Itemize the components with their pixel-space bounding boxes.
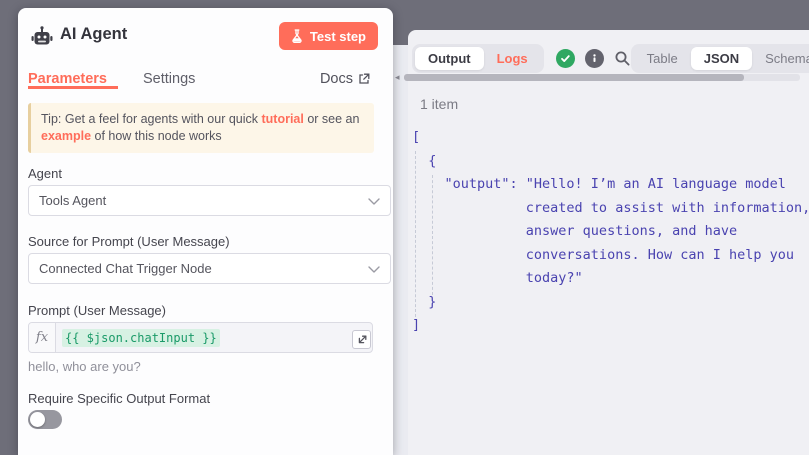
robot-icon	[30, 26, 54, 53]
json-line: ]	[412, 314, 809, 338]
tip-banner: Tip: Get a feel for agents with our quic…	[28, 103, 374, 153]
json-line: }	[412, 291, 809, 315]
agent-label: Agent	[28, 166, 62, 181]
test-step-label: Test step	[310, 29, 366, 44]
chevron-down-icon	[368, 261, 380, 276]
json-line: today?"	[412, 267, 809, 291]
view-tab-group: Output Logs	[412, 44, 544, 73]
json-line: [	[412, 126, 809, 150]
flask-icon	[291, 29, 303, 43]
external-link-icon	[358, 73, 370, 85]
source-select-value: Connected Chat Trigger Node	[39, 261, 212, 276]
search-icon[interactable]	[614, 50, 631, 67]
info-icon[interactable]	[585, 49, 604, 68]
tab-settings[interactable]: Settings	[143, 71, 195, 87]
output-panel: Output Logs Table JSON Schema 1 item	[408, 30, 809, 455]
tab-output[interactable]: Output	[415, 47, 484, 70]
prompt-preview-text: hello, who are you?	[28, 359, 141, 374]
json-line: created to assist with information,	[412, 197, 809, 221]
tip-text: of how this node works	[91, 129, 222, 143]
settings-tabs: Parameters Settings Docs	[28, 64, 370, 94]
expand-expression-icon[interactable]	[352, 330, 371, 349]
output-format-label: Require Specific Output Format	[28, 391, 210, 406]
tutorial-link[interactable]: tutorial	[261, 112, 303, 126]
agent-select-value: Tools Agent	[39, 193, 106, 208]
agent-select[interactable]: Tools Agent	[28, 185, 391, 216]
prompt-expression-field: fx {{ $json.chatInput }}	[28, 322, 373, 353]
json-line: answer questions, and have	[412, 220, 809, 244]
toggle-knob	[30, 412, 45, 427]
json-code: [ { "output": "Hello! I’m an AI language…	[412, 126, 809, 338]
chevron-down-icon	[368, 193, 380, 208]
prompt-label: Prompt (User Message)	[28, 303, 166, 318]
ndv-stage: Output Logs Table JSON Schema 1 item	[0, 0, 809, 455]
example-link[interactable]: example	[41, 129, 91, 143]
success-check-icon[interactable]	[556, 49, 575, 68]
tip-text: or see an	[304, 112, 360, 126]
tab-table[interactable]: Table	[634, 47, 691, 70]
test-step-button[interactable]: Test step	[279, 22, 378, 50]
output-status-icons	[556, 49, 631, 68]
items-count: 1 item	[420, 96, 458, 112]
scrollbar-left-arrow[interactable]: ◂	[395, 72, 400, 82]
tab-json[interactable]: JSON	[691, 47, 752, 70]
docs-link[interactable]: Docs	[320, 71, 370, 87]
json-line: conversations. How can I help you	[412, 244, 809, 268]
panel-gap	[393, 45, 408, 455]
source-label: Source for Prompt (User Message)	[28, 234, 230, 249]
tab-parameters[interactable]: Parameters	[28, 71, 107, 87]
node-title: AI Agent	[60, 25, 127, 44]
tip-text: Tip: Get a feel for agents with our quic…	[41, 112, 261, 126]
json-line: "output": "Hello! I’m an AI language mod…	[412, 173, 809, 197]
source-select[interactable]: Connected Chat Trigger Node	[28, 253, 391, 284]
output-format-toggle[interactable]	[28, 410, 62, 429]
tab-schema[interactable]: Schema	[752, 47, 809, 70]
active-tab-underline	[28, 86, 118, 89]
format-tab-group: Table JSON Schema	[631, 44, 809, 73]
node-settings-panel: AI Agent Test step Parameters Settings D…	[18, 8, 393, 455]
fx-badge[interactable]: fx	[29, 323, 56, 352]
tab-logs[interactable]: Logs	[484, 47, 541, 70]
output-panel-header: Output Logs Table JSON Schema	[412, 43, 801, 73]
prompt-expression-input[interactable]: {{ $json.chatInput }}	[56, 323, 372, 352]
json-line: {	[412, 150, 809, 174]
expression-chip: {{ $json.chatInput }}	[62, 329, 220, 347]
horizontal-scrollbar-thumb[interactable]	[404, 74, 744, 81]
docs-label: Docs	[320, 71, 353, 87]
